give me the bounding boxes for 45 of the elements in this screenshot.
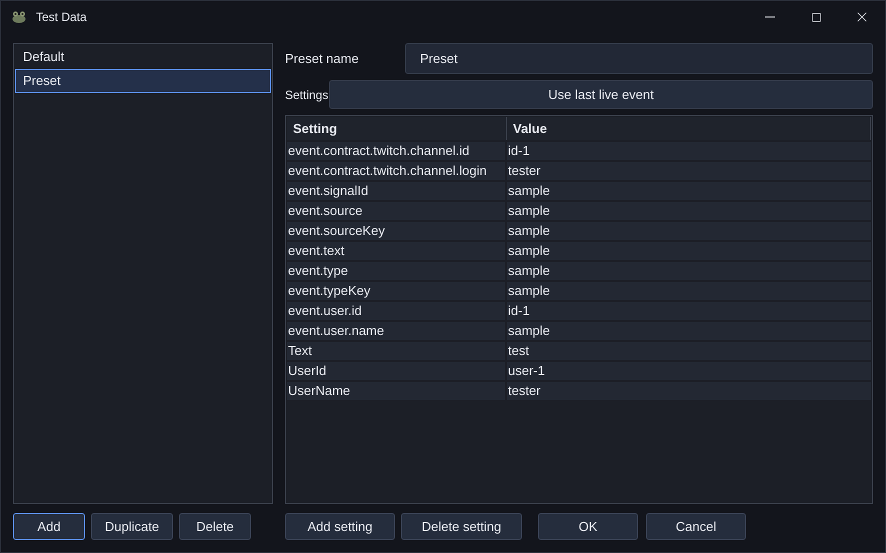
table-cell: tester [507, 382, 871, 400]
table-cell: event.type [287, 262, 505, 280]
table-cell: user-1 [507, 362, 871, 380]
table-cell: sample [507, 222, 871, 240]
minimize-icon [765, 16, 775, 18]
table-cell: sample [507, 242, 871, 260]
list-item[interactable]: Default [15, 45, 271, 69]
table-cell: sample [507, 322, 871, 340]
table-cell: sample [507, 202, 871, 220]
field-label: Preset name [285, 50, 360, 68]
table-cell: id-1 [507, 142, 871, 160]
table-cell: tester [507, 162, 871, 180]
button[interactable]: Delete setting [401, 513, 522, 540]
table-cell: event.sourceKey [287, 222, 505, 240]
use-last-event-button[interactable]: Use last live event [329, 80, 873, 109]
button[interactable]: Add setting [285, 513, 395, 540]
table-cell: event.user.id [287, 302, 505, 320]
table-cell: event.typeKey [287, 282, 505, 300]
button[interactable]: Duplicate [91, 513, 173, 540]
list-item[interactable]: Preset [15, 69, 271, 93]
table-cell: test [507, 342, 871, 360]
frog-icon [11, 10, 27, 24]
table-cell: event.contract.twitch.channel.id [287, 142, 505, 160]
table-cell: id-1 [507, 302, 871, 320]
button[interactable]: Add [13, 513, 85, 540]
column-header[interactable]: Value [507, 117, 871, 140]
preset-name-field[interactable]: Preset [405, 43, 873, 74]
window-title: Test Data [36, 9, 87, 26]
column-header[interactable]: Setting [287, 117, 507, 140]
table-cell: event.signalId [287, 182, 505, 200]
button[interactable]: Cancel [646, 513, 746, 540]
table-cell: UserId [287, 362, 505, 380]
table-cell: sample [507, 182, 871, 200]
table-cell: UserName [287, 382, 505, 400]
table-cell: event.contract.twitch.channel.login [287, 162, 505, 180]
table-cell: event.source [287, 202, 505, 220]
field-label: Settings [285, 86, 329, 104]
button[interactable]: Delete [179, 513, 251, 540]
maximize-icon [810, 12, 822, 22]
table-cell: event.user.name [287, 322, 505, 340]
table-cell: Text [287, 342, 505, 360]
table-cell: sample [507, 282, 871, 300]
table-cell: sample [507, 262, 871, 280]
button[interactable]: OK [538, 513, 638, 540]
table-cell: event.text [287, 242, 505, 260]
